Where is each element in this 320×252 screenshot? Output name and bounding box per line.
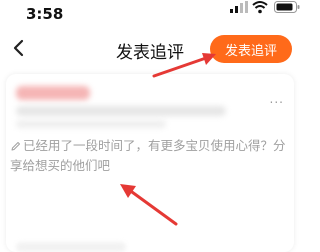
nav-bar: 发表追评 发表追评 <box>0 30 300 70</box>
publish-review-button[interactable]: 发表追评 <box>210 35 292 63</box>
blurred-product-detail <box>16 106 226 116</box>
blurred-footer <box>16 242 126 252</box>
wifi-icon <box>252 1 268 14</box>
blurred-product-detail-2 <box>16 120 166 128</box>
review-text-input[interactable]: 已经用了一段时间了，有更多宝贝使用心得？分享给想买的他们吧 <box>10 136 286 176</box>
status-time: 3:58 <box>26 5 64 23</box>
status-bar: 3:58 <box>0 0 300 30</box>
signal-icon <box>230 1 248 13</box>
more-icon[interactable]: ... <box>270 92 284 106</box>
blurred-product-name <box>16 86 90 100</box>
battery-icon <box>274 1 300 13</box>
review-card: ... 已经用了一段时间了，有更多宝贝使用心得？分享给想买的他们吧 <box>6 74 294 252</box>
